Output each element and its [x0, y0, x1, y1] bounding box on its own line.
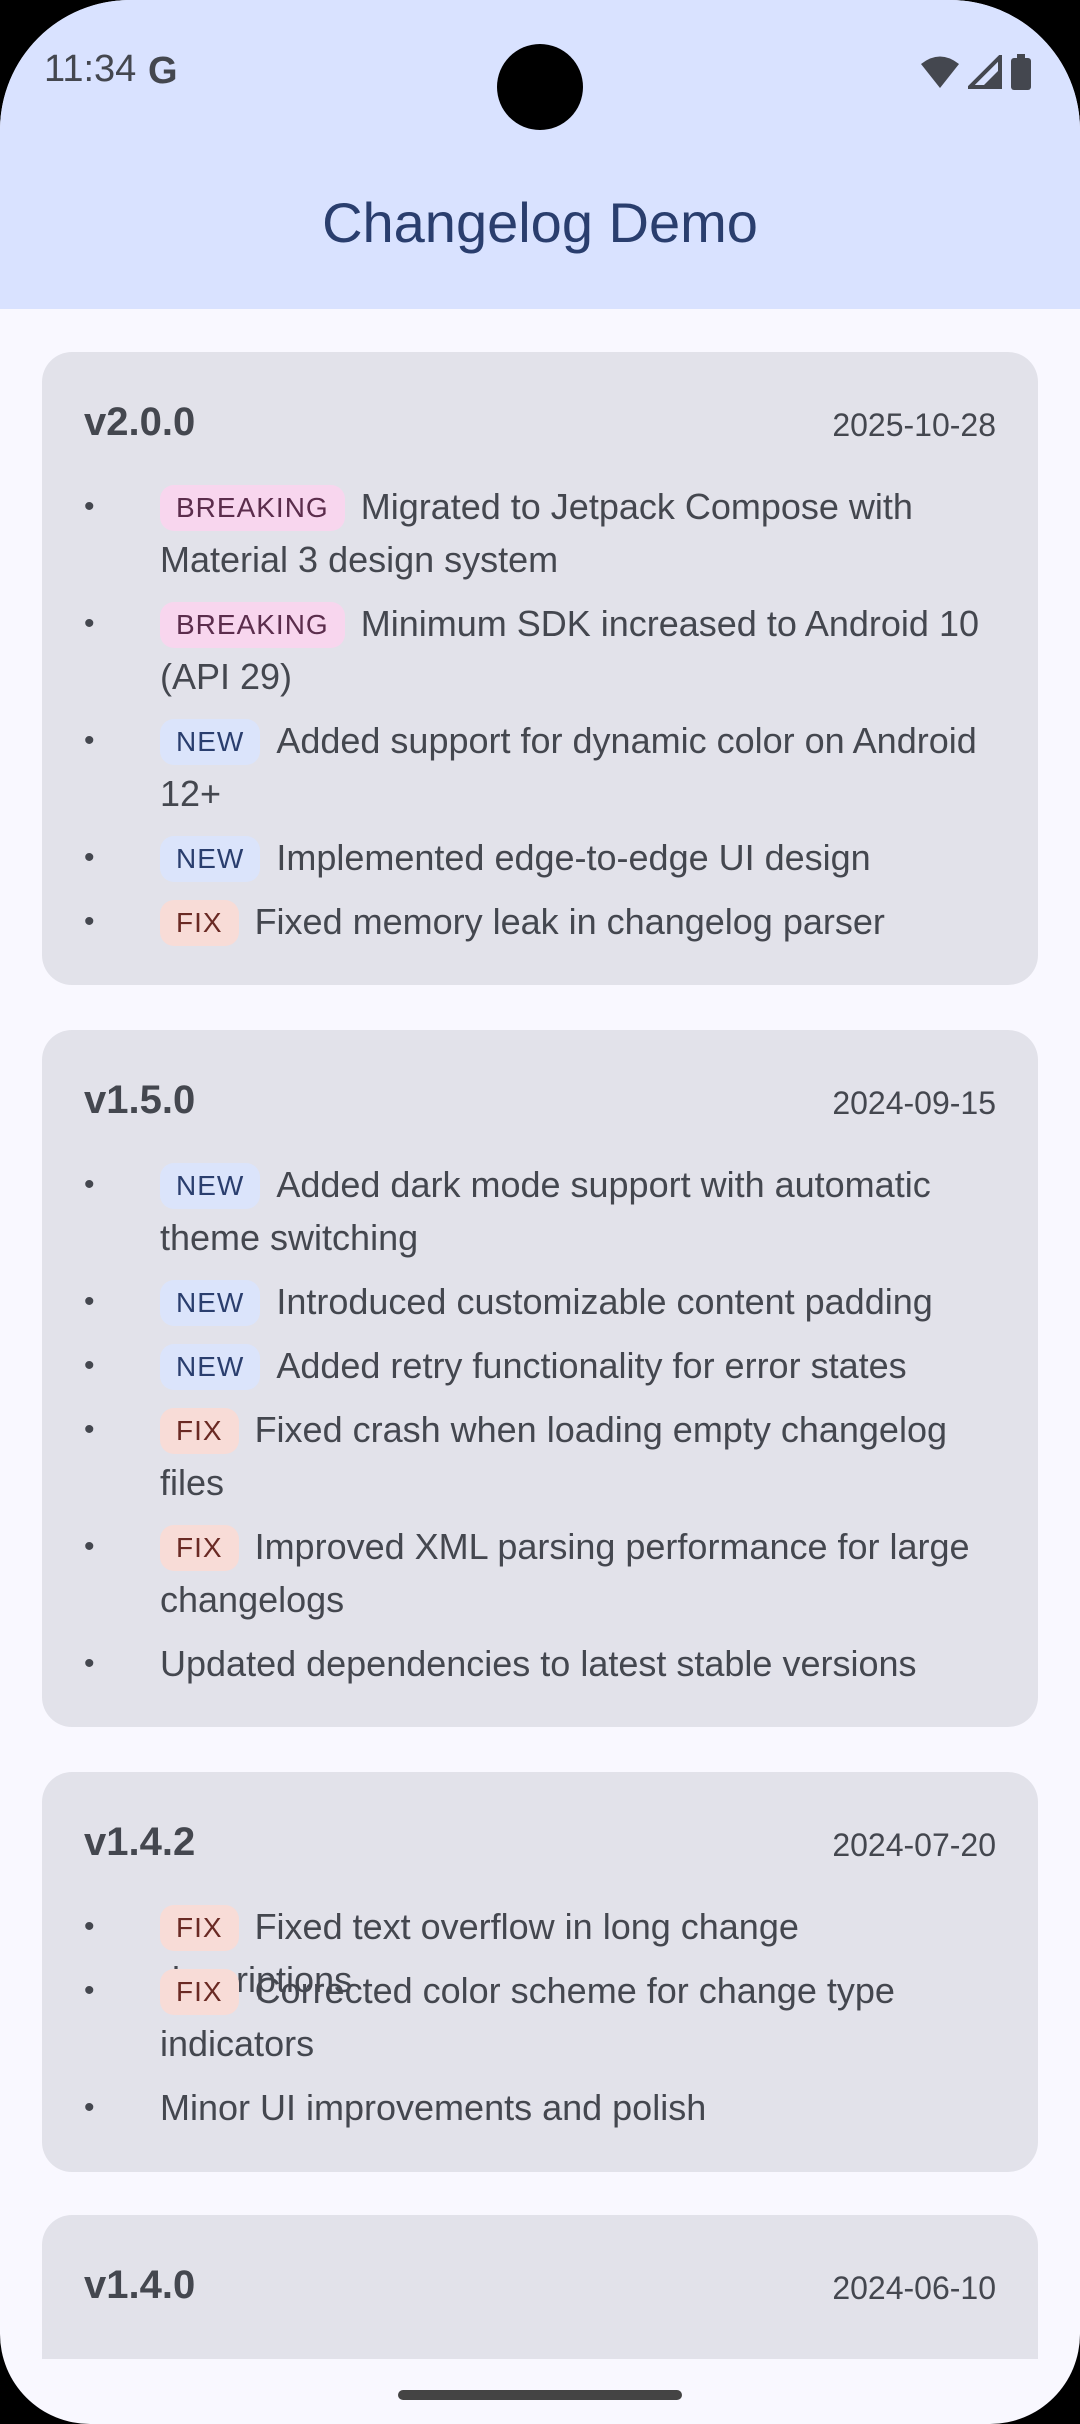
bullet-icon: •: [84, 2091, 95, 2124]
list-item: • NEW Introduced customizable content pad…: [84, 1275, 996, 1328]
list-item: • NEW Added dark mode support with automa…: [84, 1158, 996, 1264]
page-title: Changelog Demo: [322, 191, 758, 254]
breaking-badge: BREAKING: [160, 602, 345, 648]
release-version: v2.0.0: [84, 400, 196, 444]
item-text: Added support for dynamic color on Andro…: [160, 720, 977, 814]
list-item: • FIX Fixed crash when loading empty chan…: [84, 1403, 996, 1509]
item-text: Added retry functionality for error stat…: [276, 1345, 907, 1386]
release-card: v1.4.0 2024-06-10: [42, 2215, 1038, 2359]
list-item: • FIX Fixed memory leak in changelog pars…: [84, 895, 996, 948]
list-item: • NEW Added retry functionality for error…: [84, 1339, 996, 1392]
release-version: v1.5.0: [84, 1078, 196, 1122]
release-date: 2024-07-20: [832, 1827, 996, 1863]
new-badge: NEW: [160, 719, 261, 765]
google-icon: G: [148, 50, 178, 92]
item-text: Updated dependencies to latest stable ve…: [160, 1643, 917, 1684]
status-icons: [920, 52, 1032, 92]
changelog-list[interactable]: v2.0.0 2025-10-28 • BREAKING Migrated to …: [0, 309, 1080, 2359]
list-item: • FIX Corrected color scheme for change t…: [84, 1964, 996, 2070]
bullet-icon: •: [84, 490, 95, 523]
fix-badge: FIX: [160, 1969, 239, 2015]
list-item: • BREAKING Migrated to Jetpack Compose wi…: [84, 480, 996, 586]
bullet-icon: •: [84, 607, 95, 640]
fix-badge: FIX: [160, 1408, 239, 1454]
new-badge: NEW: [160, 1280, 261, 1326]
bullet-icon: •: [84, 905, 95, 938]
battery-icon: [1011, 54, 1031, 90]
bullet-icon: •: [84, 1413, 95, 1446]
item-text: Corrected color scheme for change type i…: [160, 1970, 895, 2064]
release-date: 2025-10-28: [832, 407, 996, 443]
bullet-icon: •: [84, 1974, 95, 2007]
top-app-bar: 11:34 G Changelog Demo: [0, 0, 1080, 309]
release-card: v1.4.2 2024-07-20 • FIX Fixed text overfl…: [42, 1772, 1038, 2172]
release-card: v1.5.0 2024-09-15 • NEW Added dark mode s…: [42, 1030, 1038, 1727]
new-badge: NEW: [160, 1163, 261, 1209]
list-item: • Minor UI improvements and polish: [84, 2081, 996, 2134]
release-version: v1.4.2: [84, 1820, 196, 1864]
list-item: • NEW Added support for dynamic color on …: [84, 714, 996, 820]
list-item: • FIX Improved XML parsing performance fo…: [84, 1520, 996, 1626]
gesture-nav-handle[interactable]: [398, 2390, 682, 2400]
item-text: Fixed memory leak in changelog parser: [254, 901, 885, 942]
item-text: Added dark mode support with automatic t…: [160, 1164, 931, 1258]
fix-badge: FIX: [160, 1905, 239, 1951]
list-item: • Updated dependencies to latest stable …: [84, 1637, 996, 1690]
item-text: Introduced customizable content padding: [276, 1281, 933, 1322]
bullet-icon: •: [84, 1168, 95, 1201]
wifi-icon: [921, 56, 959, 88]
list-item: • NEW Implemented edge-to-edge UI design: [84, 831, 996, 884]
item-text: Improved XML parsing performance for lar…: [160, 1526, 970, 1620]
bullet-icon: •: [84, 1285, 95, 1318]
bullet-icon: •: [84, 841, 95, 874]
release-date: 2024-06-10: [832, 2270, 996, 2306]
breaking-badge: BREAKING: [160, 485, 345, 531]
bullet-icon: •: [84, 1349, 95, 1382]
new-badge: NEW: [160, 836, 261, 882]
status-time: 11:34: [44, 48, 137, 90]
list-item: • BREAKING Minimum SDK increased to Andro…: [84, 597, 996, 703]
item-text: Fixed crash when loading empty changelog…: [160, 1409, 947, 1503]
item-text: Implemented edge-to-edge UI design: [276, 837, 871, 878]
bullet-icon: •: [84, 1910, 95, 1943]
cellular-signal-icon: [968, 55, 1002, 89]
item-text: Minor UI improvements and polish: [160, 2087, 707, 2128]
bullet-icon: •: [84, 1530, 95, 1563]
phone-screen: 11:34 G Changelog Demo v2.0.0 2025-10-28…: [0, 0, 1080, 2424]
bullet-icon: •: [84, 1647, 95, 1680]
release-version: v1.4.0: [84, 2263, 196, 2307]
bullet-icon: •: [84, 724, 95, 757]
release-date: 2024-09-15: [832, 1085, 996, 1121]
fix-badge: FIX: [160, 1525, 239, 1571]
release-card: v2.0.0 2025-10-28 • BREAKING Migrated to …: [42, 352, 1038, 985]
fix-badge: FIX: [160, 900, 239, 946]
camera-cutout: [497, 44, 583, 130]
new-badge: NEW: [160, 1344, 261, 1390]
